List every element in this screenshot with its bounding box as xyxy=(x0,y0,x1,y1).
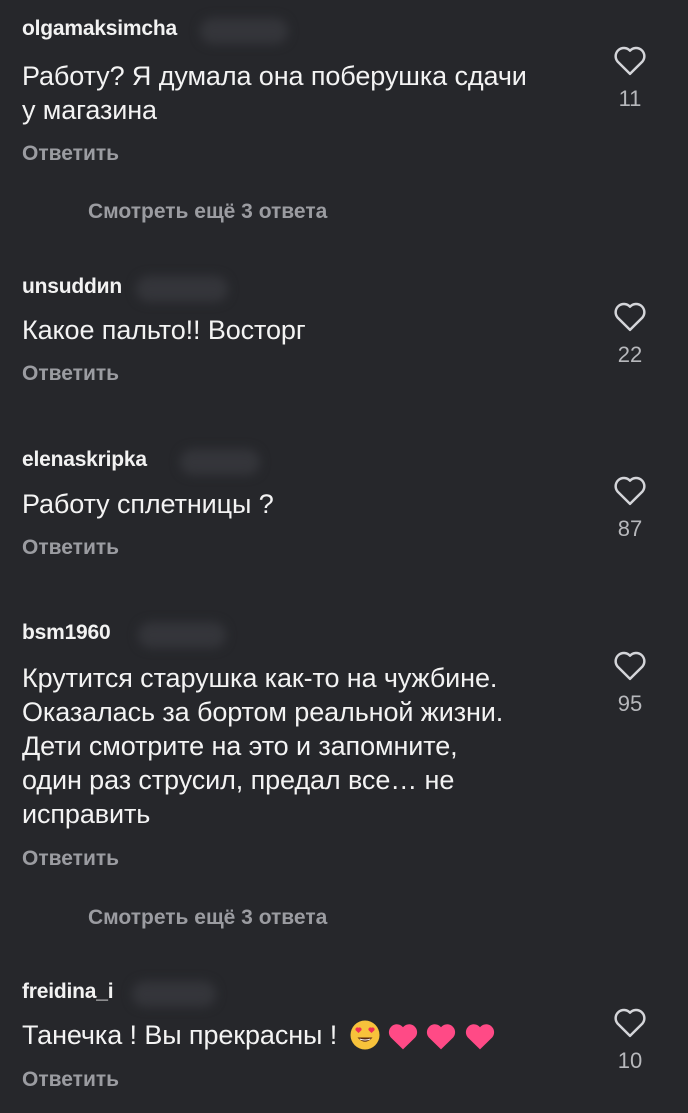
like-count: 11 xyxy=(618,86,642,111)
heart-outline-icon xyxy=(614,46,646,76)
like-count: 87 xyxy=(617,516,643,541)
reply-button[interactable]: Ответить xyxy=(22,1067,119,1093)
username-blur xyxy=(138,622,226,648)
comment-text: Какое пальто!! Восторг xyxy=(22,315,306,345)
comment-username[interactable]: elenaskripka xyxy=(22,447,147,473)
view-more-replies-button[interactable]: Смотреть ещё 3 ответа xyxy=(88,199,327,225)
comment-username[interactable]: olgamaksimcha xyxy=(22,16,177,42)
like-button[interactable]: 95 xyxy=(608,649,652,717)
username-blur xyxy=(200,18,288,44)
comment-text: Танечка ! Вы прекрасны ! xyxy=(22,1018,592,1054)
like-button[interactable]: 11 xyxy=(608,44,652,112)
view-more-replies-button[interactable]: Смотреть ещё 3 ответа xyxy=(88,905,327,931)
reply-button[interactable]: Ответить xyxy=(22,535,119,561)
comment-username[interactable]: unsuddиn xyxy=(22,274,122,300)
heart-outline-icon xyxy=(614,476,646,506)
comment-username[interactable]: freidina_i xyxy=(22,979,114,1005)
like-count: 22 xyxy=(617,342,643,367)
comment-text: Работу сплетницы ? xyxy=(22,489,274,519)
pink-heart-emoji xyxy=(388,1024,418,1050)
username-blur xyxy=(136,276,228,302)
reply-button[interactable]: Ответить xyxy=(22,361,119,387)
heart-eyes-emoji xyxy=(350,1020,380,1050)
like-button[interactable]: 87 xyxy=(608,474,652,542)
username-blur xyxy=(132,981,216,1007)
reply-button[interactable]: Ответить xyxy=(22,141,119,167)
comment-text: Крутится старушка как-то на чужбине. Ока… xyxy=(22,663,504,829)
heart-outline-icon xyxy=(614,302,646,332)
comment-text: Работу? Я думала она поберушка сдачи у м… xyxy=(22,61,527,125)
like-button[interactable]: 10 xyxy=(608,1006,652,1074)
comment-username[interactable]: bsm1960 xyxy=(22,620,111,646)
pink-heart-emoji xyxy=(427,1024,456,1050)
like-button[interactable]: 22 xyxy=(608,300,652,368)
like-count: 10 xyxy=(617,1048,643,1073)
like-count: 95 xyxy=(617,691,643,716)
reply-button[interactable]: Ответить xyxy=(22,846,119,872)
comments-screen: { "comments": [ { "username": "olgamaksi… xyxy=(0,0,688,1113)
emoji-group xyxy=(349,1019,495,1054)
heart-outline-icon xyxy=(614,651,646,681)
heart-outline-icon xyxy=(614,1008,646,1038)
username-blur xyxy=(180,449,260,475)
pink-heart-emoji xyxy=(465,1024,494,1050)
